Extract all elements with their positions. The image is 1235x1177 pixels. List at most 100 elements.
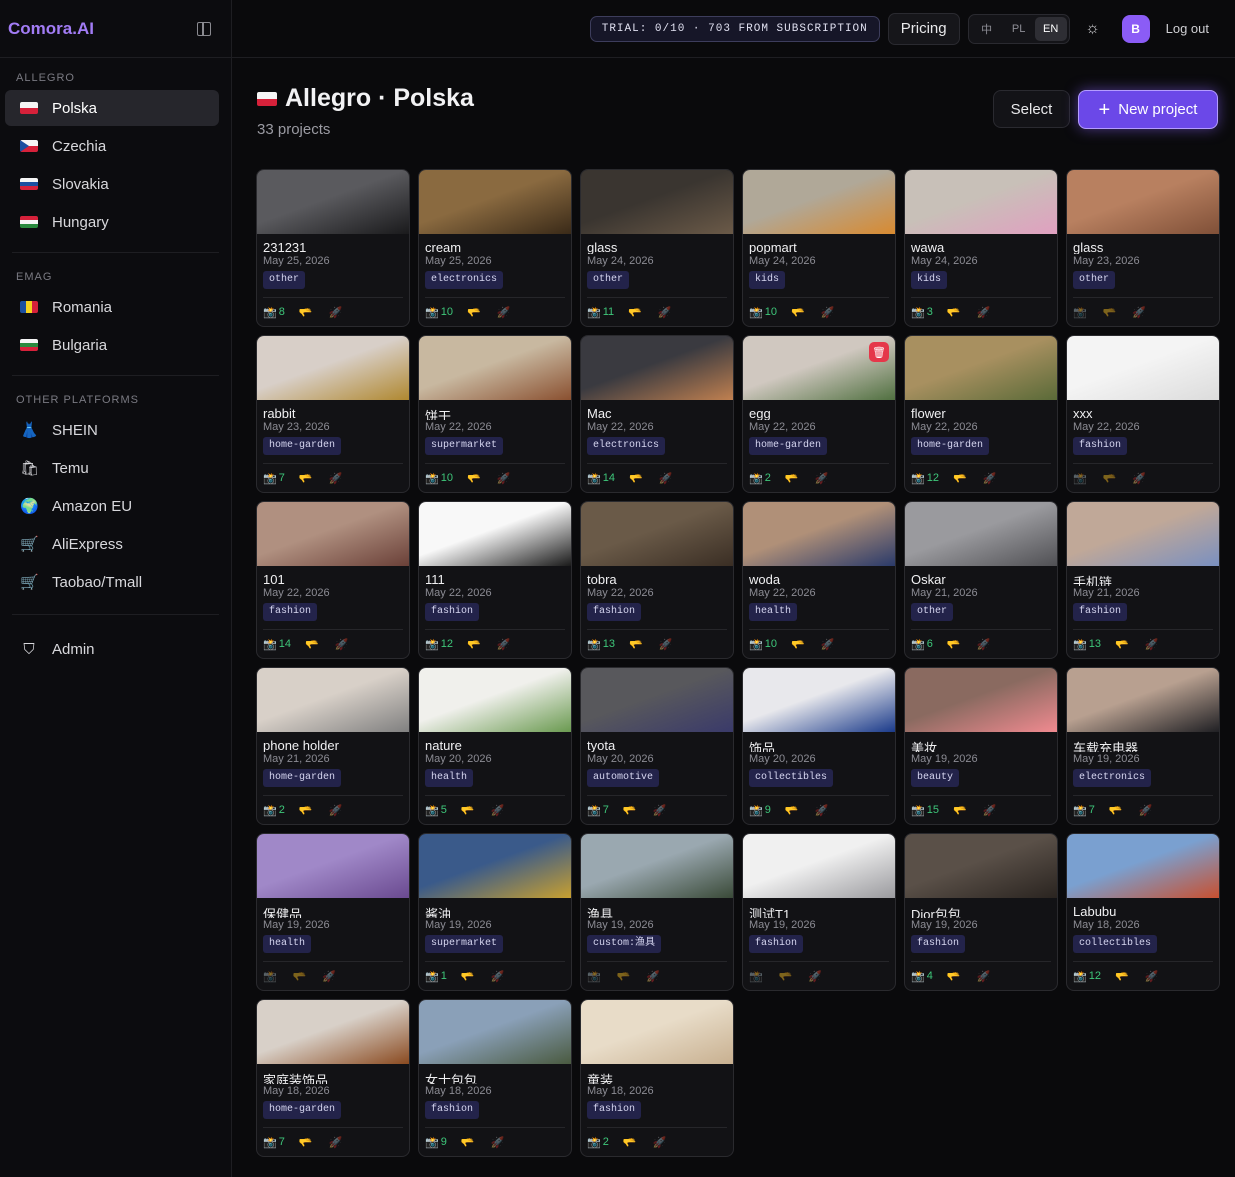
category-tag[interactable]: supermarket <box>425 935 504 953</box>
generate-action[interactable]: 🫳 <box>629 638 645 651</box>
category-tag[interactable]: electronics <box>1073 769 1152 787</box>
images-count[interactable]: 📸 6 <box>911 638 933 651</box>
generate-action[interactable]: 🫳 <box>1103 306 1119 319</box>
project-thumbnail[interactable] <box>581 170 733 234</box>
theme-toggle-sun-icon[interactable]: ☼ <box>1078 14 1108 44</box>
project-thumbnail[interactable] <box>419 1000 571 1064</box>
generate-action[interactable]: 🫳 <box>467 306 483 319</box>
project-card[interactable]: 🗑 egg May 22, 2026 home-garden 📸 2 🫳 🚀 <box>742 335 896 493</box>
images-count[interactable]: 📸 <box>1073 472 1089 485</box>
generate-action[interactable]: 🫳 <box>461 804 477 817</box>
project-card[interactable]: 女士包包 May 18, 2026 fashion 📸 9 🫳 🚀 <box>418 999 572 1157</box>
project-thumbnail[interactable] <box>581 336 733 400</box>
publish-action[interactable]: 🚀 <box>646 970 662 983</box>
publish-action[interactable]: 🚀 <box>977 970 993 983</box>
images-count[interactable]: 📸 7 <box>263 472 285 485</box>
images-count[interactable]: 📸 <box>1073 306 1089 319</box>
project-thumbnail[interactable] <box>581 502 733 566</box>
generate-action[interactable]: 🫳 <box>953 472 969 485</box>
category-tag[interactable]: other <box>911 603 954 621</box>
project-thumbnail[interactable] <box>905 502 1057 566</box>
project-thumbnail[interactable] <box>419 502 571 566</box>
project-card[interactable]: tobra May 22, 2026 fashion 📸 13 🫳 🚀 <box>580 501 734 659</box>
generate-action[interactable]: 🫳 <box>461 1136 477 1149</box>
generate-action[interactable]: 🫳 <box>299 472 315 485</box>
publish-action[interactable]: 🚀 <box>659 472 675 485</box>
publish-action[interactable]: 🚀 <box>329 472 345 485</box>
project-thumbnail[interactable] <box>581 834 733 898</box>
project-thumbnail[interactable] <box>905 170 1057 234</box>
project-card[interactable]: flower May 22, 2026 home-garden 📸 12 🫳 🚀 <box>904 335 1058 493</box>
images-count[interactable]: 📸 12 <box>1073 970 1101 983</box>
category-tag[interactable]: home-garden <box>749 437 828 455</box>
category-tag[interactable]: health <box>425 769 474 787</box>
project-card[interactable]: glass May 24, 2026 other 📸 11 🫳 🚀 <box>580 169 734 327</box>
images-count[interactable]: 📸 10 <box>425 306 453 319</box>
sidebar-item-slovakia[interactable]: Slovakia <box>5 166 219 202</box>
project-card[interactable]: tyota May 20, 2026 automotive 📸 7 🫳 🚀 <box>580 667 734 825</box>
category-tag[interactable]: other <box>263 271 306 289</box>
publish-action[interactable]: 🚀 <box>491 804 507 817</box>
category-tag[interactable]: home-garden <box>911 437 990 455</box>
project-card[interactable]: woda May 22, 2026 health 📸 10 🫳 🚀 <box>742 501 896 659</box>
category-tag[interactable]: fashion <box>749 935 804 953</box>
images-count[interactable]: 📸 <box>749 970 765 983</box>
publish-action[interactable]: 🚀 <box>329 1136 345 1149</box>
images-count[interactable]: 📸 13 <box>1073 638 1101 651</box>
publish-action[interactable]: 🚀 <box>653 804 669 817</box>
delete-icon[interactable]: 🗑 <box>869 342 889 362</box>
project-card[interactable]: Oskar May 21, 2026 other 📸 6 🫳 🚀 <box>904 501 1058 659</box>
publish-action[interactable]: 🚀 <box>983 804 999 817</box>
project-thumbnail[interactable] <box>257 668 409 732</box>
publish-action[interactable]: 🚀 <box>322 970 338 983</box>
category-tag[interactable]: fashion <box>263 603 318 621</box>
category-tag[interactable]: beauty <box>911 769 960 787</box>
project-thumbnail[interactable] <box>905 336 1057 400</box>
language-option-2[interactable]: EN <box>1034 16 1067 41</box>
generate-action[interactable]: 🫳 <box>1109 804 1125 817</box>
publish-action[interactable]: 🚀 <box>329 804 345 817</box>
sidebar-item-admin[interactable]: ⛉ Admin <box>5 631 219 667</box>
project-thumbnail[interactable] <box>905 834 1057 898</box>
project-card[interactable]: 童装 May 18, 2026 fashion 📸 2 🫳 🚀 <box>580 999 734 1157</box>
language-option-0[interactable]: 中 <box>971 17 1003 41</box>
category-tag[interactable]: home-garden <box>263 769 342 787</box>
publish-action[interactable]: 🚀 <box>497 472 513 485</box>
publish-action[interactable]: 🚀 <box>329 306 345 319</box>
publish-action[interactable]: 🚀 <box>815 804 831 817</box>
images-count[interactable]: 📸 14 <box>263 638 291 651</box>
language-option-1[interactable]: PL <box>1003 17 1035 41</box>
publish-action[interactable]: 🚀 <box>977 638 993 651</box>
project-card[interactable]: popmart May 24, 2026 kids 📸 10 🫳 🚀 <box>742 169 896 327</box>
project-card[interactable]: 101 May 22, 2026 fashion 📸 14 🫳 🚀 <box>256 501 410 659</box>
select-button[interactable]: Select <box>993 90 1070 128</box>
project-card[interactable]: 保健品 May 19, 2026 health 📸 🫳 🚀 <box>256 833 410 991</box>
sidebar-item-amazon-eu[interactable]: 🌍 Amazon EU <box>5 488 219 524</box>
generate-action[interactable]: 🫳 <box>467 472 483 485</box>
generate-action[interactable]: 🫳 <box>305 638 321 651</box>
sidebar-item-temu[interactable]: 🛍 Temu <box>5 450 219 486</box>
project-thumbnail[interactable] <box>419 170 571 234</box>
category-tag[interactable]: custom:渔具 <box>587 935 662 953</box>
project-thumbnail[interactable] <box>1067 502 1219 566</box>
images-count[interactable]: 📸 10 <box>749 638 777 651</box>
project-thumbnail[interactable] <box>257 1000 409 1064</box>
images-count[interactable]: 📸 4 <box>911 970 933 983</box>
project-thumbnail[interactable] <box>1067 336 1219 400</box>
images-count[interactable]: 📸 2 <box>749 472 771 485</box>
images-count[interactable]: 📸 14 <box>587 472 615 485</box>
project-thumbnail[interactable] <box>1067 668 1219 732</box>
generate-action[interactable]: 🫳 <box>617 970 633 983</box>
category-tag[interactable]: fashion <box>587 1101 642 1119</box>
images-count[interactable]: 📸 15 <box>911 804 939 817</box>
project-card[interactable]: Dior包包 May 19, 2026 fashion 📸 4 🫳 🚀 <box>904 833 1058 991</box>
project-thumbnail[interactable] <box>257 170 409 234</box>
project-card[interactable]: Mac May 22, 2026 electronics 📸 14 🫳 🚀 <box>580 335 734 493</box>
category-tag[interactable]: electronics <box>587 437 666 455</box>
project-card[interactable]: 231231 May 25, 2026 other 📸 8 🫳 🚀 <box>256 169 410 327</box>
sidebar-collapse-icon[interactable] <box>197 21 211 36</box>
project-thumbnail[interactable] <box>743 834 895 898</box>
brand-logo[interactable]: Comora.AI <box>8 19 94 39</box>
generate-action[interactable]: 🫳 <box>1115 638 1131 651</box>
project-card[interactable]: xxx May 22, 2026 fashion 📸 🫳 🚀 <box>1066 335 1220 493</box>
